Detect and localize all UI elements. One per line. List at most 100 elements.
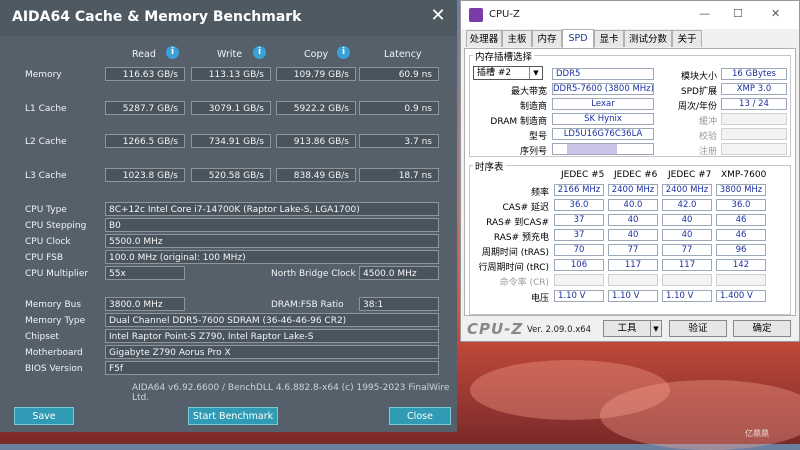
slot-select-value: 插槽 #2 — [477, 68, 512, 78]
timing-row-label: CAS# 延迟 — [502, 203, 549, 213]
tab-processor[interactable]: 处理器 — [466, 30, 502, 47]
timing-cell — [716, 274, 766, 286]
save-button[interactable]: Save — [14, 407, 74, 425]
memory-write-value: 113.13 GB/s — [191, 67, 271, 81]
part-number-field: LD5U16G76C36LA — [552, 128, 654, 140]
dram-manufacturer-label: DRAM 制造商 — [490, 117, 547, 127]
timing-cell — [662, 274, 712, 286]
timing-cell — [608, 274, 658, 286]
timing-cell: 1.10 V — [608, 290, 658, 302]
timing-cell: 40 — [662, 214, 712, 226]
column-header-write: Write — [217, 49, 243, 60]
validate-button[interactable]: 验证 — [669, 320, 727, 337]
memory-copy-value: 109.79 GB/s — [276, 67, 356, 81]
timing-column-header: JEDEC #5 — [561, 170, 605, 180]
bios-version-label: BIOS Version — [25, 364, 83, 374]
timing-cell: 40 — [662, 229, 712, 241]
dram-manufacturer-field: SK Hynix — [552, 113, 654, 125]
minimize-icon[interactable]: — — [699, 7, 710, 20]
memory-type-value: Dual Channel DDR5-7600 SDRAM (36-46-46-9… — [105, 313, 439, 327]
group-title: 时序表 — [473, 159, 506, 173]
l1-write-value: 3079.1 GB/s — [191, 101, 271, 115]
ok-button[interactable]: 确定 — [733, 320, 791, 337]
start-benchmark-button[interactable]: Start Benchmark — [188, 407, 278, 425]
l3-read-value: 1023.8 GB/s — [105, 168, 185, 182]
timing-cell — [554, 274, 604, 286]
checksum-label: 校验 — [698, 132, 717, 142]
l2-latency-value: 3.7 ns — [359, 134, 439, 148]
aida64-window: AIDA64 Cache & Memory Benchmark ✕ Read i… — [0, 0, 457, 432]
tab-spd[interactable]: SPD — [562, 29, 594, 48]
timing-cell: 1.400 V — [716, 290, 766, 302]
l3-latency-value: 18.7 ns — [359, 168, 439, 182]
timing-cell: 46 — [716, 214, 766, 226]
cpuz-bottom-bar: CPU-Z Ver. 2.09.0.x64 工具 ▼ 验证 确定 — [461, 317, 799, 341]
cpuz-logo-icon — [469, 8, 483, 22]
timing-cell: 106 — [554, 259, 604, 271]
dram-fsb-label: DRAM:FSB Ratio — [271, 300, 344, 310]
timing-cell: 2166 MHz — [554, 184, 604, 196]
close-button[interactable]: Close — [389, 407, 451, 425]
tab-memory[interactable]: 内存 — [532, 30, 562, 47]
column-header-read: Read — [132, 49, 156, 60]
timing-cell: 117 — [662, 259, 712, 271]
spd-ext-field: XMP 3.0 — [721, 83, 787, 95]
week-year-field: 13 / 24 — [721, 98, 787, 110]
timing-row-label: 周期时间 (tRAS) — [481, 248, 549, 258]
cpu-multiplier-value: 55x — [105, 266, 185, 280]
timing-cell: 96 — [716, 244, 766, 256]
timing-cell: 117 — [608, 259, 658, 271]
timing-cell: 77 — [608, 244, 658, 256]
aida64-titlebar: AIDA64 Cache & Memory Benchmark ✕ — [0, 0, 457, 36]
timing-row-label: RAS# 预充电 — [493, 233, 549, 243]
l2-copy-value: 913.86 GB/s — [276, 134, 356, 148]
timing-cell: 1.10 V — [662, 290, 712, 302]
timing-row-label: RAS# 到CAS# — [486, 218, 549, 228]
cpu-clock-label: CPU Clock — [25, 237, 71, 247]
timing-cell: 42.0 — [662, 199, 712, 211]
tab-bench[interactable]: 测试分数 — [624, 30, 672, 47]
l1-latency-value: 0.9 ns — [359, 101, 439, 115]
manufacturer-field: Lexar — [552, 98, 654, 110]
cpu-clock-value: 5500.0 MHz — [105, 234, 439, 248]
timing-column-header: XMP-7600 — [721, 170, 767, 180]
spd-panel: 内存插槽选择 插槽 #2 ▼ DDR5 模块大小 16 GBytes 最大带宽 … — [464, 48, 796, 316]
tab-graphics[interactable]: 显卡 — [594, 30, 624, 47]
column-header-copy: Copy — [304, 49, 329, 60]
timing-cell: 40 — [608, 229, 658, 241]
manufacturer-label: 制造商 — [519, 102, 547, 112]
cpuz-logo: CPU-Z — [467, 320, 524, 338]
slot-select[interactable]: 插槽 #2 ▼ — [473, 66, 543, 80]
tab-about[interactable]: 关于 — [672, 30, 702, 47]
spd-ext-label: SPD扩展 — [680, 87, 717, 97]
part-number-label: 型号 — [528, 132, 547, 142]
close-icon[interactable]: ✕ — [428, 6, 448, 26]
memory-bus-value: 3800.0 MHz — [105, 297, 185, 311]
timing-cell: 40.0 — [608, 199, 658, 211]
column-header-latency: Latency — [384, 49, 422, 60]
tools-dropdown-chevron-icon[interactable]: ▼ — [650, 320, 662, 337]
cpu-stepping-label: CPU Stepping — [25, 221, 87, 231]
info-icon[interactable]: i — [337, 46, 350, 59]
memory-latency-value: 60.9 ns — [359, 67, 439, 81]
timing-cell: 37 — [554, 229, 604, 241]
chevron-down-icon[interactable]: ▼ — [529, 67, 542, 79]
dram-fsb-value: 38:1 — [359, 297, 439, 311]
info-icon[interactable]: i — [253, 46, 266, 59]
close-icon[interactable]: ✕ — [771, 7, 780, 20]
maximize-icon[interactable]: ☐ — [733, 7, 743, 20]
aida64-footer: AIDA64 v6.92.6600 / BenchDLL 4.6.882.8-x… — [132, 383, 450, 403]
tools-button[interactable]: 工具 — [603, 320, 651, 337]
memory-bus-label: Memory Bus — [25, 300, 82, 310]
info-icon[interactable]: i — [166, 46, 179, 59]
l1-read-value: 5287.7 GB/s — [105, 101, 185, 115]
timing-cell: 36.0 — [554, 199, 604, 211]
tab-mainboard[interactable]: 主板 — [502, 30, 532, 47]
module-size-label: 模块大小 — [680, 72, 717, 82]
max-bandwidth-label: 最大带宽 — [510, 87, 547, 97]
cpuz-titlebar: CPU-Z — ☐ ✕ — [461, 1, 799, 29]
registered-field — [721, 143, 787, 155]
cpu-type-label: CPU Type — [25, 205, 67, 215]
cpu-fsb-label: CPU FSB — [25, 253, 64, 263]
timing-cell: 70 — [554, 244, 604, 256]
